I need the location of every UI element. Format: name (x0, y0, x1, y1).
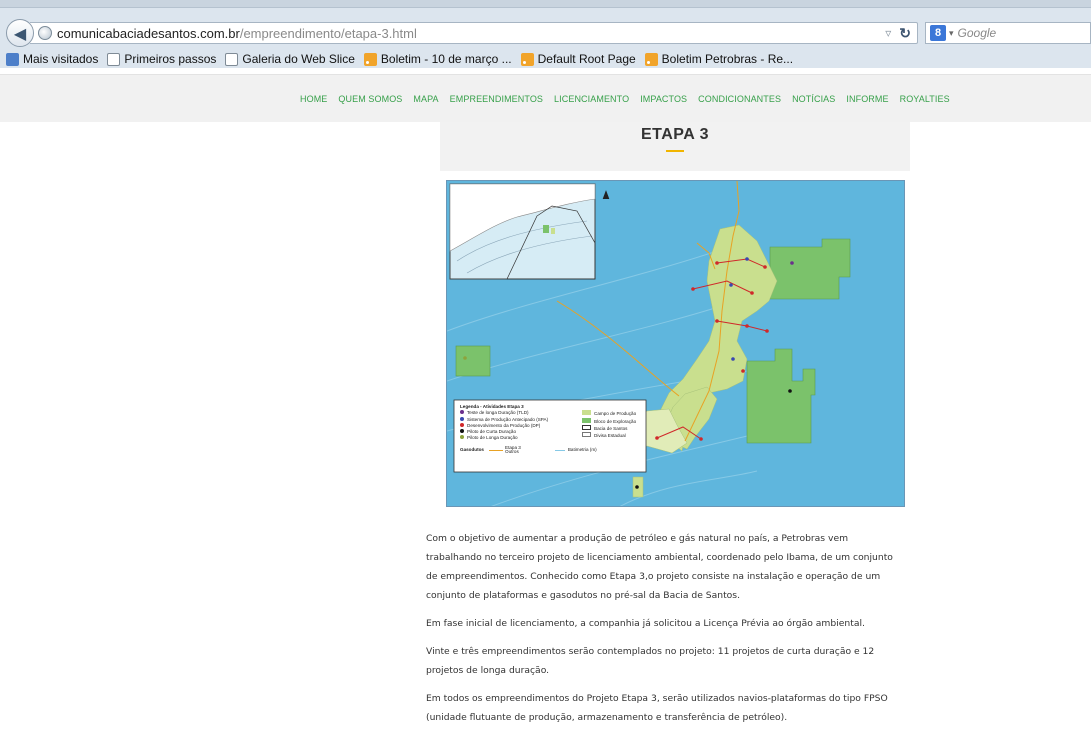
legend-area-row: Bacia de Santos (582, 424, 636, 432)
nav-home[interactable]: HOME (300, 94, 327, 104)
article-body: Com o objetivo de aumentar a produção de… (426, 529, 906, 736)
gasodutos-items: Etapa 3 Outros (505, 445, 521, 455)
legend-dot-icon (460, 410, 464, 415)
page-icon (107, 52, 121, 66)
back-button[interactable]: ◀ (6, 19, 34, 47)
rss-icon (644, 52, 658, 66)
legend-gasodutos: Gasodutos Etapa 3 Outros Batimetria (m) (460, 445, 636, 455)
legend-area-label: Bacia de Santos (594, 425, 628, 431)
legend-area-label: Bloco de Exploração (594, 418, 637, 424)
batimetria-label: Batimetria (m) (567, 447, 597, 453)
legend-area-label: Divisa Estadual (594, 433, 626, 439)
bookmark-label: Galeria do Web Slice (242, 52, 355, 66)
url-domain: comunicabaciadesantos.com.br (57, 25, 240, 41)
bookmark-boletim-10-marco[interactable]: Boletim - 10 de março ... (363, 52, 512, 66)
nav-quem-somos[interactable]: QUEM SOMOS (338, 94, 402, 104)
page-icon (225, 52, 239, 66)
bookmark-mais-visitados[interactable]: Mais visitados (6, 52, 98, 66)
page-title: ETAPA 3 (640, 126, 710, 143)
legend-body: Teste de longa Duração (TLD) Sistema de … (460, 410, 636, 441)
nav-noticias[interactable]: NOTÍCIAS (792, 94, 835, 104)
legend-dot-icon (460, 429, 464, 434)
article-paragraph: Vinte e três empreendimentos serão conte… (426, 646, 875, 676)
address-bar[interactable]: comunicabaciadesantos.com.br/empreendime… (30, 22, 918, 44)
site-navigation: HOME QUEM SOMOS MAPA EMPREENDIMENTOS LIC… (0, 74, 1091, 122)
etapa-3-map: Legenda - Atividades Etapa 3 Teste de lo… (446, 180, 905, 507)
legend-point-label: Sistema de Produção Antecipado (SPA) (467, 416, 549, 422)
gasodutos-label: Gasodutos (460, 447, 484, 453)
map-legend: Legenda - Atividades Etapa 3 Teste de lo… (460, 404, 636, 455)
chevron-down-icon[interactable]: ▾ (949, 28, 954, 39)
legend-area-row: Divisa Estadual (582, 432, 636, 439)
search-input[interactable]: 8 ▾ Google (925, 22, 1091, 44)
bookmark-star-icon (6, 52, 19, 66)
legend-swatch-icon (582, 432, 591, 438)
bookmark-label: Primeiros passos (124, 52, 217, 66)
bookmark-label: Boletim Petrobras - Re... (661, 52, 794, 66)
globe-icon (38, 26, 52, 40)
g-icon[interactable]: 8 (930, 25, 946, 41)
legend-area-label: Campo de Produção (594, 411, 637, 417)
legend-swatch-icon (582, 424, 591, 430)
legend-dot-icon (460, 422, 464, 427)
rss-icon (363, 52, 377, 66)
nav-informe[interactable]: INFORME (846, 94, 888, 104)
legend-point-label: Piloto de Curta Duração (467, 429, 517, 435)
bookmark-galeria-web-slice[interactable]: Galeria do Web Slice (225, 52, 355, 66)
back-arrow-icon: ◀ (13, 23, 27, 43)
url-path: /empreendimento/etapa-3.html (239, 25, 417, 41)
nav-licenciamento[interactable]: LICENCIAMENTO (554, 94, 629, 104)
dropdown-arrow-icon[interactable]: ▿ (885, 26, 891, 40)
legend-areas: Campo de Produção Bloco de Exploração Ba… (582, 410, 636, 441)
legend-dot-icon (460, 416, 464, 421)
page-header: ETAPA 3 (440, 122, 910, 171)
bookmark-label: Default Root Page (537, 52, 636, 66)
legend-area-row: Campo de Produção (582, 410, 636, 417)
nav-condicionantes[interactable]: CONDICIONANTES (698, 94, 781, 104)
legend-points: Teste de longa Duração (TLD) Sistema de … (460, 410, 582, 441)
gasodutos-item: Outros (505, 449, 519, 455)
reload-icon[interactable]: ↻ (899, 25, 911, 42)
legend-point-label: Desenvolvimento da Produção (DP) (467, 422, 541, 428)
legend-dot-icon (460, 435, 464, 440)
bathymetry-line-icon (554, 449, 565, 451)
article-paragraph: Em fase inicial de licenciamento, a comp… (426, 618, 865, 629)
map-graphic (447, 181, 904, 506)
pipeline-line-icon (489, 449, 503, 451)
article-paragraph: Em todos os empreendimentos do Projeto E… (426, 693, 888, 723)
bookmark-label: Mais visitados (23, 52, 99, 66)
legend-area-row: Bloco de Exploração (582, 417, 637, 425)
title-accent-line (666, 150, 684, 152)
nav-mapa[interactable]: MAPA (413, 94, 438, 104)
legend-swatch-icon (582, 417, 591, 423)
legend-point-row: Piloto de Longa Duração (460, 435, 582, 441)
bookmark-label: Boletim - 10 de março ... (380, 52, 512, 66)
legend-swatch-icon (582, 410, 591, 416)
bookmark-primeiros-passos[interactable]: Primeiros passos (107, 52, 216, 66)
bookmark-default-root-page[interactable]: Default Root Page (520, 52, 636, 66)
rss-icon (520, 52, 534, 66)
article-paragraph: Com o objetivo de aumentar a produção de… (426, 533, 893, 601)
nav-impactos[interactable]: IMPACTOS (640, 94, 687, 104)
legend-point-label: Piloto de Longa Duração (467, 435, 518, 441)
legend-point-label: Teste de longa Duração (TLD) (467, 410, 529, 416)
nav-empreendimentos[interactable]: EMPREENDIMENTOS (450, 94, 543, 104)
bookmarks-bar: Mais visitados Primeiros passos Galeria … (0, 50, 1091, 68)
bookmark-boletim-petrobras[interactable]: Boletim Petrobras - Re... (644, 52, 794, 66)
tab-strip (0, 0, 1091, 8)
search-placeholder: Google (957, 26, 997, 40)
nav-royalties[interactable]: ROYALTIES (900, 94, 950, 104)
